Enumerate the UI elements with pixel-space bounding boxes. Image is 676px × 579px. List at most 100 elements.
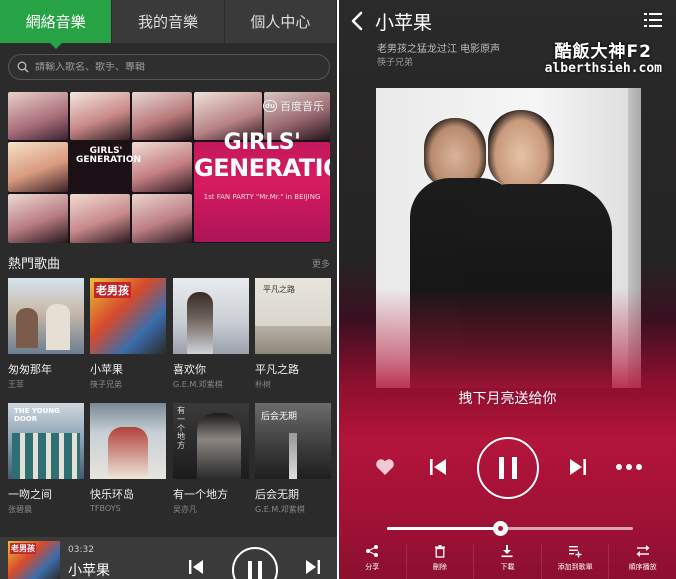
trash-icon <box>434 545 445 558</box>
download-button[interactable]: 下載 <box>474 544 542 579</box>
play-mode-button[interactable]: 順序播放 <box>609 544 676 579</box>
album-name: 老男孩之猛龙过江 电影原声 <box>377 44 501 55</box>
song-artist: 朴树 <box>255 380 271 389</box>
song-artist: 吴亦凡 <box>173 505 197 514</box>
next-track-icon[interactable] <box>567 456 589 478</box>
progress-fill <box>387 527 501 530</box>
add-to-playlist-label: 添加到歌單 <box>557 563 593 571</box>
favorite-heart-icon[interactable] <box>375 458 395 476</box>
search-bar[interactable] <box>8 54 330 80</box>
song-title: 快乐环岛 <box>90 488 134 501</box>
banner-photo <box>132 194 192 243</box>
mini-player-cover[interactable]: 老男孩 <box>8 541 60 579</box>
back-arrow-icon[interactable] <box>349 10 365 32</box>
song-artist: G.E.M.邓紫棋 <box>255 505 305 514</box>
playback-progress-slider[interactable] <box>387 521 633 536</box>
delete-label: 刪除 <box>432 563 447 571</box>
add-to-playlist-button[interactable]: 添加到歌單 <box>542 544 610 579</box>
banner-brand-label: 百度音乐 <box>280 100 324 113</box>
song-card[interactable]: 快乐环岛 TFBOYS <box>90 403 166 513</box>
song-card[interactable]: 匆匆那年 王菲 <box>8 278 84 390</box>
sequential-play-icon <box>636 545 650 557</box>
now-playing-title: 小苹果 <box>68 563 110 579</box>
headline-subtitle: 1st FAN PARTY "Mr.Mr." in BEIJING <box>203 193 321 201</box>
download-label: 下載 <box>500 563 515 571</box>
music-home-screen: 網絡音樂 我的音樂 個人中心 du 百度音乐 GIRLS' GENERATIO <box>0 0 337 579</box>
watermark-url: alberthsieh.com <box>544 61 662 76</box>
playback-time: 03:32 <box>68 545 94 555</box>
add-to-playlist-icon <box>569 546 582 558</box>
play-mode-label: 順序播放 <box>628 563 657 571</box>
banner-mini-headline: GIRLS' GENERATION <box>76 146 142 166</box>
song-card[interactable]: 有一个地方 有一个地方 吴亦凡 <box>173 403 249 515</box>
song-card[interactable]: THE YOUNG DOOR 一吻之间 张碧晨 <box>8 403 84 515</box>
baidu-music-logo: du 百度音乐 <box>263 98 324 114</box>
banner-photo <box>8 92 68 140</box>
headline-line1: GIRLS' <box>223 130 301 155</box>
cover-text: 后会无期 <box>261 412 298 422</box>
section-title: 熱門歌曲 <box>8 257 61 272</box>
song-card[interactable]: 后会无期 后会无期 G.E.M.邓紫棋 <box>255 403 331 515</box>
play-pause-button[interactable] <box>232 547 278 579</box>
song-title: 小苹果 <box>90 363 123 376</box>
banner-photo <box>8 142 68 192</box>
album-cover: 有一个地方 <box>173 403 249 479</box>
album-cover <box>90 403 166 479</box>
song-title: 小苹果 <box>375 12 433 34</box>
song-artist: G.E.M.邓紫棋 <box>173 380 223 389</box>
progress-handle[interactable] <box>493 521 509 536</box>
play-pause-button[interactable] <box>477 437 539 499</box>
song-title: 后会无期 <box>255 488 299 501</box>
search-input[interactable] <box>35 61 315 73</box>
song-title: 有一个地方 <box>173 488 228 501</box>
banner-headline: GIRLS' GENERATION 1st FAN PARTY "Mr.Mr."… <box>194 132 330 201</box>
previous-track-icon[interactable] <box>186 557 206 577</box>
more-options-icon[interactable] <box>615 462 643 472</box>
tab-personal-center[interactable]: 個人中心 <box>225 0 337 43</box>
next-track-icon[interactable] <box>303 557 323 577</box>
pause-icon <box>248 561 262 579</box>
banner-photo <box>70 194 130 243</box>
song-card[interactable]: 平凡之路 平凡之路 朴树 <box>255 278 331 390</box>
pause-icon <box>499 457 517 479</box>
cover-text: 老男孩 <box>94 282 131 298</box>
song-title: 喜欢你 <box>173 363 206 376</box>
cover-text: THE YOUNG DOOR <box>14 407 60 423</box>
share-icon <box>366 545 379 557</box>
song-card[interactable]: 老男孩 小苹果 筷子兄弟 <box>90 278 166 390</box>
banner-photo <box>8 194 68 243</box>
banner-photo <box>70 92 130 140</box>
song-artist: 张碧晨 <box>8 505 32 514</box>
poster-headline-line2: GENERATION <box>76 155 142 166</box>
album-cover: 老男孩 <box>90 278 166 354</box>
album-cover: THE YOUNG DOOR <box>8 403 84 479</box>
baidu-paw-icon: du <box>263 100 277 112</box>
share-button[interactable]: 分享 <box>339 544 407 579</box>
top-tabs: 網絡音樂 我的音樂 個人中心 <box>0 0 337 49</box>
share-label: 分享 <box>365 563 380 571</box>
song-artist: 筷子兄弟 <box>90 380 122 389</box>
album-cover: 平凡之路 <box>255 278 331 354</box>
cover-text: 老男孩 <box>10 543 36 554</box>
promo-banner[interactable]: du 百度音乐 GIRLS' GENERATION GIRLS' GENERAT… <box>8 92 330 243</box>
song-title: 平凡之路 <box>255 363 299 376</box>
banner-photo <box>132 92 192 140</box>
now-playing-screen: 小苹果 老男孩之猛龙过江 电影原声 筷子兄弟 酷飯大神F2 alberthsie… <box>339 0 676 579</box>
previous-track-icon[interactable] <box>427 456 449 478</box>
song-title: 匆匆那年 <box>8 363 52 376</box>
song-artist: TFBOYS <box>90 504 121 513</box>
song-card[interactable]: 喜欢你 G.E.M.邓紫棋 <box>173 278 249 390</box>
cover-text: 平凡之路 <box>263 285 295 294</box>
mini-player[interactable]: 老男孩 03:32 小苹果 <box>0 537 337 579</box>
more-link[interactable]: 更多 <box>312 257 330 270</box>
banner-photo <box>132 142 192 192</box>
delete-button[interactable]: 刪除 <box>407 544 475 579</box>
cover-text: 有一个地方 <box>177 406 185 451</box>
playlist-menu-icon[interactable] <box>644 12 662 28</box>
current-lyric: 拽下月亮送给你 <box>458 391 557 407</box>
action-bar: 分享 刪除 下載 添加到歌單 順序播放 <box>339 544 676 579</box>
headline-line2: GENERATION <box>194 154 330 182</box>
tab-network-music[interactable]: 網絡音樂 <box>0 0 113 49</box>
tab-my-music[interactable]: 我的音樂 <box>112 0 225 43</box>
album-cover <box>8 278 84 354</box>
